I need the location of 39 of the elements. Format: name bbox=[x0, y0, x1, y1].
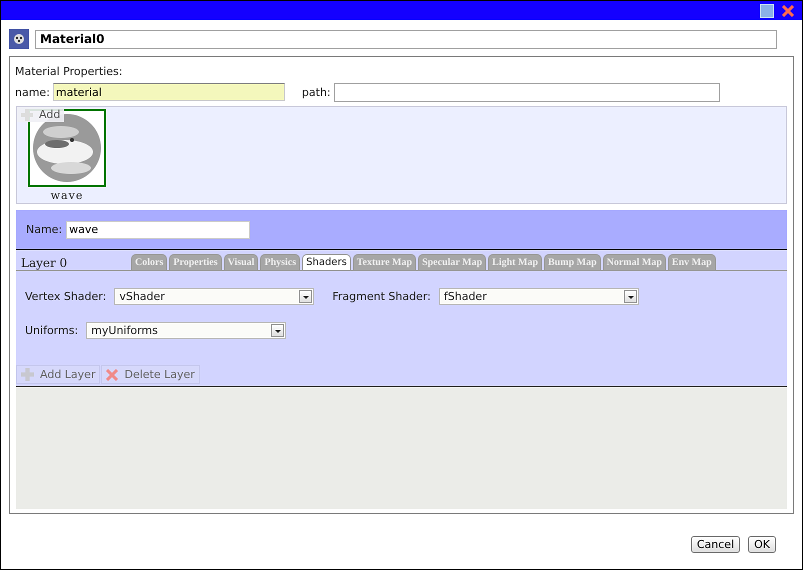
name-label: name: bbox=[15, 86, 50, 98]
layer-name-field[interactable]: wave bbox=[66, 220, 250, 238]
tab[interactable]: Visual bbox=[224, 254, 258, 270]
plus-icon bbox=[21, 368, 34, 381]
tab[interactable]: Properties bbox=[169, 254, 222, 270]
layer-title: Layer 0 bbox=[20, 256, 68, 270]
fragment-shader-dropdown[interactable]: fShader bbox=[438, 288, 639, 304]
tab[interactable]: Bump Map bbox=[544, 254, 601, 270]
layer-name-label: Name: bbox=[26, 223, 62, 236]
tab[interactable]: Specular Map bbox=[418, 254, 486, 270]
maximize-button[interactable] bbox=[760, 4, 774, 18]
add-button[interactable]: Add bbox=[17, 107, 64, 122]
path-field[interactable] bbox=[334, 82, 720, 102]
vertex-shader-label: Vertex Shader: bbox=[25, 290, 106, 302]
plus-icon bbox=[21, 108, 33, 120]
material-icon bbox=[9, 29, 29, 49]
tab[interactable]: Normal Map bbox=[602, 254, 666, 270]
tab[interactable]: Colors bbox=[131, 254, 168, 270]
tab[interactable]: Light Map bbox=[488, 254, 542, 270]
add-layer-button[interactable]: Add Layer bbox=[16, 365, 100, 384]
name-field[interactable]: material bbox=[52, 83, 285, 101]
tab[interactable]: Shaders bbox=[302, 254, 351, 270]
uniforms-label: Uniforms: bbox=[25, 324, 78, 336]
layer-thumbnail[interactable] bbox=[28, 109, 106, 187]
close-button[interactable] bbox=[782, 4, 794, 16]
ok-button[interactable]: OK bbox=[748, 536, 776, 553]
vertex-shader-dropdown[interactable]: vShader bbox=[114, 288, 314, 304]
tab[interactable]: Env Map bbox=[668, 254, 716, 270]
material-title-field[interactable]: Material0 bbox=[35, 30, 777, 48]
tab[interactable]: Physics bbox=[260, 254, 300, 270]
delete-icon bbox=[106, 368, 118, 380]
delete-layer-button[interactable]: Delete Layer bbox=[101, 365, 200, 384]
fragment-shader-label: Fragment Shader: bbox=[332, 290, 431, 302]
section-heading: Material Properties: bbox=[15, 65, 122, 78]
cancel-button[interactable]: Cancel bbox=[690, 536, 740, 553]
uniforms-dropdown[interactable]: myUniforms bbox=[86, 322, 286, 338]
layer-label: wave bbox=[50, 189, 84, 202]
tab[interactable]: Texture Map bbox=[352, 254, 416, 270]
path-label: path: bbox=[302, 86, 331, 98]
